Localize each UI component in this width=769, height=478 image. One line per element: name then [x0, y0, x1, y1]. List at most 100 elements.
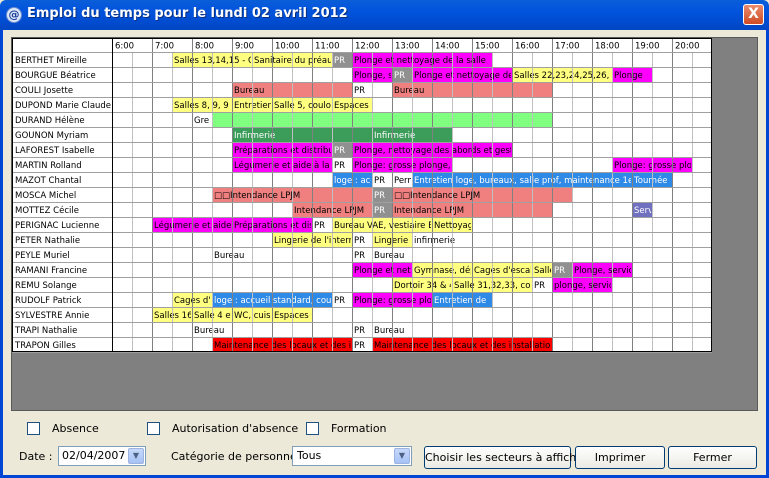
employee-name: PERIGNAC Lucienne	[15, 221, 99, 231]
employee-name: MAZOT Chantal	[15, 176, 81, 186]
hour-label: 11:00	[315, 42, 340, 52]
hour-label: 6:00	[115, 42, 134, 52]
block-label: PR	[374, 191, 385, 201]
hour-label: 17:00	[555, 42, 580, 52]
block-label: Infirmerie	[374, 131, 415, 141]
block-label: Intendance LPJM	[294, 206, 364, 216]
block-label: □□Intendance LPJM	[394, 191, 480, 201]
block-label: PR	[334, 161, 345, 171]
block-label: Bureau	[374, 326, 404, 336]
date-value: 02/04/2007	[62, 449, 126, 462]
block-label: □□Intendance LPJM	[214, 191, 300, 201]
block-label: Salles 22,23,24,25,26,	[514, 71, 609, 81]
employee-name: DUPOND Marie Claude	[15, 101, 111, 111]
employee-name: TRAPON Gilles	[14, 341, 76, 351]
block-label: Plonge, nettoyage des abords et gestion	[354, 146, 526, 156]
block-label: PR	[374, 206, 385, 216]
hour-label: 14:00	[435, 42, 460, 52]
block-label: PR	[534, 281, 545, 291]
app-icon: @	[6, 7, 22, 23]
employee-name: DURAND Hélène	[15, 115, 85, 126]
block-label: Lingerie de l'internat	[274, 236, 363, 246]
block-label: Tournée	[633, 175, 668, 186]
hour-label: 10:00	[275, 42, 300, 52]
block-label: Plonge et nettoyage de la salle	[354, 56, 486, 66]
block-label: Bureau	[374, 251, 404, 261]
hour-label: 19:00	[635, 42, 660, 52]
formation-label: Formation	[331, 421, 387, 435]
employee-name: TRAPI Nathalie	[14, 326, 77, 336]
absence-legend[interactable]: Absence	[27, 421, 99, 435]
block-label: Gre	[194, 116, 209, 126]
block-label: PR	[334, 56, 345, 66]
formation-checkbox[interactable]	[306, 421, 319, 435]
close-window-button[interactable]: X	[743, 4, 764, 25]
block-label: Bureau	[234, 86, 264, 96]
employee-name: GOUNON Myriam	[15, 131, 88, 141]
block-label: Entretien de	[434, 296, 486, 306]
print-button[interactable]: Imprimer	[575, 446, 665, 469]
hour-label: 7:00	[155, 42, 174, 52]
autorisation-label: Autorisation d'absence	[172, 421, 299, 435]
block-label: infirmerie	[414, 236, 455, 246]
employee-name: MOTTEZ Cécile	[15, 205, 79, 216]
block-label: Salles 8, 9, 9	[174, 101, 229, 111]
date-picker[interactable]: 02/04/2007 ▼	[58, 446, 146, 466]
block-label: Plonge	[614, 71, 643, 81]
autorisation-legend[interactable]: Autorisation d'absence	[147, 421, 298, 435]
employee-name: RAMANI Francine	[15, 266, 87, 276]
autorisation-checkbox[interactable]	[147, 421, 160, 435]
category-select[interactable]: Tous ▼	[292, 446, 412, 466]
block-label: plonge, service	[554, 281, 619, 291]
category-dropdown-icon[interactable]: ▼	[394, 448, 410, 464]
block-label: Bureau	[194, 326, 224, 336]
date-dropdown-icon[interactable]: ▼	[128, 448, 144, 464]
block-label: PR	[374, 176, 385, 186]
title-bar: @ Emploi du temps pour le lundi 02 avril…	[0, 0, 769, 30]
block-label: PR	[334, 296, 345, 306]
block-label: PR	[354, 86, 365, 96]
employee-name: BERTHET Mireille	[15, 56, 87, 66]
hour-label: 13:00	[395, 42, 420, 52]
hour-label: 8:00	[195, 42, 214, 52]
category-value: Tous	[297, 449, 322, 462]
block-label: Salle 4 et	[194, 311, 235, 321]
schedule-block[interactable]	[212, 112, 552, 127]
formation-legend[interactable]: Formation	[306, 421, 387, 435]
hour-label: 15:00	[475, 42, 500, 52]
block-label: loge : accueil standard, courrier	[214, 296, 350, 306]
block-label: PR	[354, 236, 365, 246]
block-label: Entretien	[234, 101, 273, 111]
block-label: Légumerie et aide à la	[234, 160, 330, 171]
hour-label: 16:00	[515, 42, 540, 52]
employee-name: MOSCA Michel	[15, 191, 76, 201]
close-button[interactable]: Fermer	[668, 446, 757, 469]
category-label: Catégorie de personnel :	[171, 450, 308, 463]
window-frame-left	[0, 30, 3, 478]
employee-name: PEYLE Muriel	[15, 251, 70, 261]
block-label: Infirmerie	[234, 131, 275, 141]
block-label: Bureau	[394, 86, 424, 96]
block-label: PR	[554, 266, 565, 276]
window-title: Emploi du temps pour le lundi 02 avril 2…	[27, 6, 348, 21]
choose-sectors-button[interactable]: Choisir les secteurs à afficher	[424, 446, 588, 469]
block-label: Sanitaire du préau	[254, 55, 333, 66]
block-label: Intendance LPJM	[394, 206, 464, 216]
hour-label: 12:00	[355, 42, 380, 52]
block-label: Bureau	[214, 251, 244, 261]
schedule-grid[interactable]: 6:00 7:00 8:00 9:00 10:00 11:00 12:00 13:00 14:0…	[11, 37, 758, 411]
block-label: PR	[354, 251, 365, 261]
employee-name: BOURGUE Béatrice	[15, 70, 96, 81]
employee-name: LAFOREST Isabelle	[15, 146, 95, 156]
absence-checkbox[interactable]	[27, 421, 40, 435]
employee-name: PETER Nathalie	[15, 236, 80, 246]
employee-name: RUDOLF Patrick	[15, 296, 82, 306]
block-label: PR	[354, 326, 365, 336]
employee-name: SYLVESTRE Annie	[15, 311, 89, 321]
employee-name: REMU Solange	[15, 281, 77, 291]
block-label: Bureau VAE, vestiaire BIO,	[334, 221, 446, 231]
employee-name: COULI Josette	[15, 86, 73, 96]
hour-label: 20:00	[675, 42, 700, 52]
block-label: PR	[354, 341, 365, 351]
hour-label: 9:00	[235, 42, 254, 52]
